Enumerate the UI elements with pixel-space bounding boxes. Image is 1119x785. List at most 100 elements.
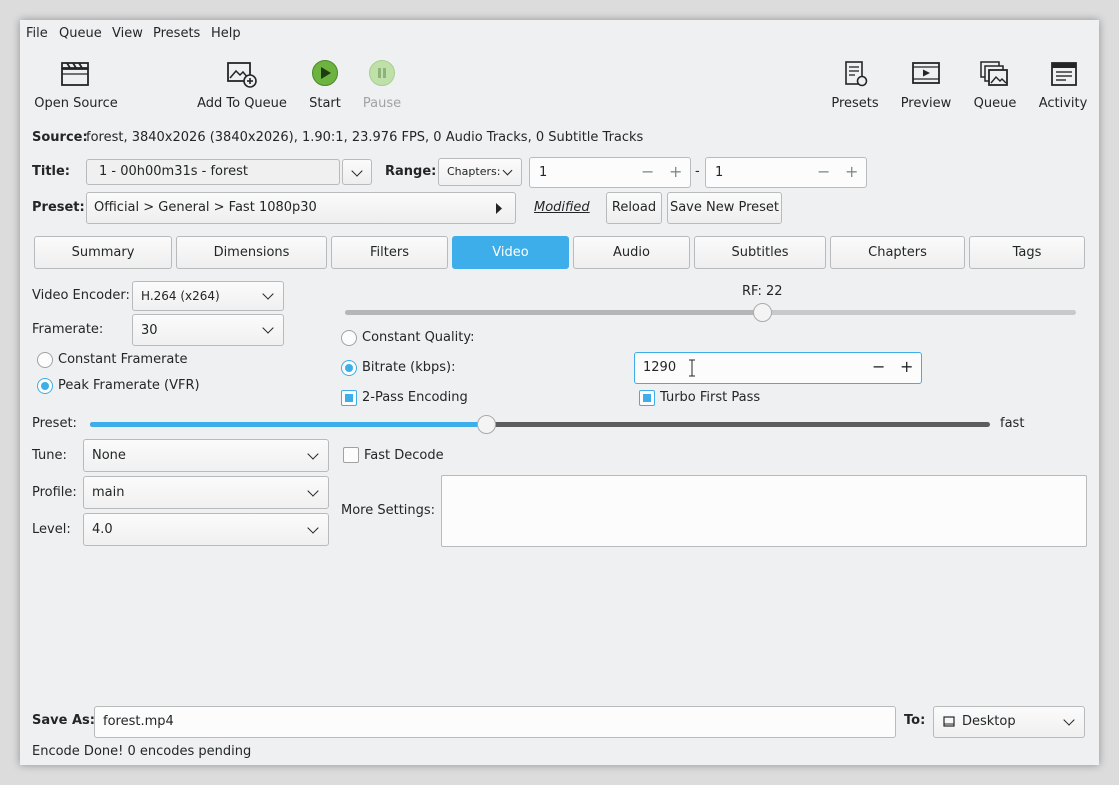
video-encoder-label: Video Encoder:	[32, 288, 130, 303]
bitrate-spinbox[interactable]: 1290 − +	[634, 352, 922, 384]
tab-filters[interactable]: Filters	[331, 236, 448, 269]
menu-presets[interactable]: Presets	[153, 26, 200, 41]
plus-icon[interactable]: +	[900, 357, 913, 376]
constant-quality-label: Constant Quality:	[362, 330, 475, 345]
title-combo[interactable]: 1 - 00h00m31s - forest	[86, 159, 340, 185]
minus-icon[interactable]: −	[641, 162, 654, 181]
fast-decode-label: Fast Decode	[364, 448, 444, 463]
presets-icon	[845, 61, 868, 87]
preview-label: Preview	[900, 96, 952, 111]
chevron-down-icon	[351, 165, 363, 177]
encoder-preset-slider-track[interactable]	[90, 415, 990, 434]
framerate-value: 30	[141, 323, 158, 338]
rf-value-label: RF: 22	[742, 284, 783, 299]
constant-framerate-label: Constant Framerate	[58, 352, 188, 367]
fast-decode-checkbox[interactable]	[343, 447, 359, 463]
title-label: Title:	[32, 164, 71, 179]
encoder-preset-slider-fill	[90, 422, 486, 427]
arrow-right-icon	[496, 203, 502, 214]
two-pass-checkbox[interactable]	[341, 390, 357, 406]
tab-subtitles[interactable]: Subtitles	[694, 236, 826, 269]
turbo-first-pass-label: Turbo First Pass	[660, 390, 761, 405]
more-settings-textarea[interactable]	[441, 475, 1087, 547]
tab-dimensions[interactable]: Dimensions	[176, 236, 327, 269]
save-as-input[interactable]: forest.mp4	[94, 706, 896, 738]
preset-value: Official > General > Fast 1080p30	[94, 200, 317, 215]
queue-label: Queue	[973, 96, 1017, 111]
queue-images-icon	[980, 61, 1008, 86]
preset-selector[interactable]: Official > General > Fast 1080p30	[86, 192, 516, 224]
title-value: 1 - 00h00m31s - forest	[99, 164, 248, 179]
level-select[interactable]: 4.0	[83, 513, 329, 546]
encoder-preset-label: Preset:	[32, 416, 77, 431]
encoder-preset-value: fast	[1000, 416, 1025, 431]
bitrate-radio[interactable]	[341, 360, 357, 376]
more-settings-label: More Settings:	[341, 503, 436, 518]
tune-select[interactable]: None	[83, 439, 329, 472]
tab-tags[interactable]: Tags	[969, 236, 1085, 269]
activity-label: Activity	[1038, 96, 1088, 111]
film-preview-icon	[912, 62, 940, 84]
pause-label: Pause	[362, 96, 402, 111]
range-start-spinbox[interactable]: 1 − +	[529, 157, 691, 188]
profile-value: main	[92, 485, 125, 500]
profile-select[interactable]: main	[83, 476, 329, 509]
chevron-down-icon	[307, 448, 319, 460]
rf-slider-fill	[345, 310, 762, 315]
video-encoder-value: H.264 (x264)	[141, 289, 220, 303]
rf-slider-track[interactable]	[345, 303, 1076, 322]
tab-video[interactable]: Video	[452, 236, 569, 269]
minus-icon[interactable]: −	[817, 162, 830, 181]
menu-view[interactable]: View	[112, 26, 143, 41]
two-pass-label: 2-Pass Encoding	[362, 390, 468, 405]
range-mode-value: Chapters:	[447, 165, 501, 178]
tab-chapters[interactable]: Chapters	[830, 236, 965, 269]
peak-framerate-radio[interactable]	[37, 378, 53, 394]
level-label: Level:	[32, 522, 71, 537]
framerate-label: Framerate:	[32, 322, 104, 337]
range-mode-select[interactable]: Chapters:	[438, 158, 522, 186]
chevron-down-icon	[262, 288, 274, 300]
start-label: Start	[309, 96, 341, 111]
to-label: To:	[904, 713, 926, 728]
save-as-value: forest.mp4	[103, 714, 174, 729]
minus-icon[interactable]: −	[872, 357, 885, 376]
tune-label: Tune:	[32, 448, 67, 463]
tune-value: None	[92, 448, 126, 463]
video-encoder-select[interactable]: H.264 (x264)	[132, 281, 284, 311]
menu-file[interactable]: File	[26, 26, 48, 41]
presets-label: Presets	[831, 96, 879, 111]
level-value: 4.0	[92, 522, 113, 537]
text-cursor-icon	[689, 359, 695, 377]
turbo-first-pass-checkbox[interactable]	[639, 390, 655, 406]
pause-icon	[369, 60, 395, 86]
rf-slider-handle[interactable]	[753, 303, 772, 322]
range-end-spinbox[interactable]: 1 − +	[705, 157, 867, 188]
tab-summary[interactable]: Summary	[34, 236, 172, 269]
menu-queue[interactable]: Queue	[59, 26, 102, 41]
play-icon	[312, 60, 338, 86]
profile-label: Profile:	[32, 485, 77, 500]
destination-select[interactable]: Desktop	[933, 706, 1085, 738]
save-new-preset-button[interactable]: Save New Preset	[667, 192, 782, 224]
constant-framerate-radio[interactable]	[37, 352, 53, 368]
clapperboard-icon	[61, 62, 89, 86]
framerate-select[interactable]: 30	[132, 314, 284, 346]
menu-help[interactable]: Help	[211, 26, 241, 41]
bitrate-label: Bitrate (kbps):	[362, 360, 456, 375]
plus-icon[interactable]: +	[845, 162, 858, 181]
add-to-queue-label: Add To Queue	[197, 96, 287, 111]
chevron-down-icon	[307, 522, 319, 534]
range-label: Range:	[385, 164, 437, 179]
constant-quality-radio[interactable]	[341, 330, 357, 346]
main-window: File Queue View Presets Help Open Source…	[20, 20, 1099, 765]
reload-button[interactable]: Reload	[606, 192, 662, 224]
tab-audio[interactable]: Audio	[573, 236, 690, 269]
desktop-icon	[943, 716, 955, 727]
title-dropdown-button[interactable]	[342, 159, 372, 185]
encoder-preset-slider-handle[interactable]	[477, 415, 496, 434]
chevron-down-icon	[1063, 714, 1075, 726]
range-end-value: 1	[715, 165, 724, 180]
plus-icon[interactable]: +	[669, 162, 682, 181]
add-image-icon	[227, 62, 257, 88]
